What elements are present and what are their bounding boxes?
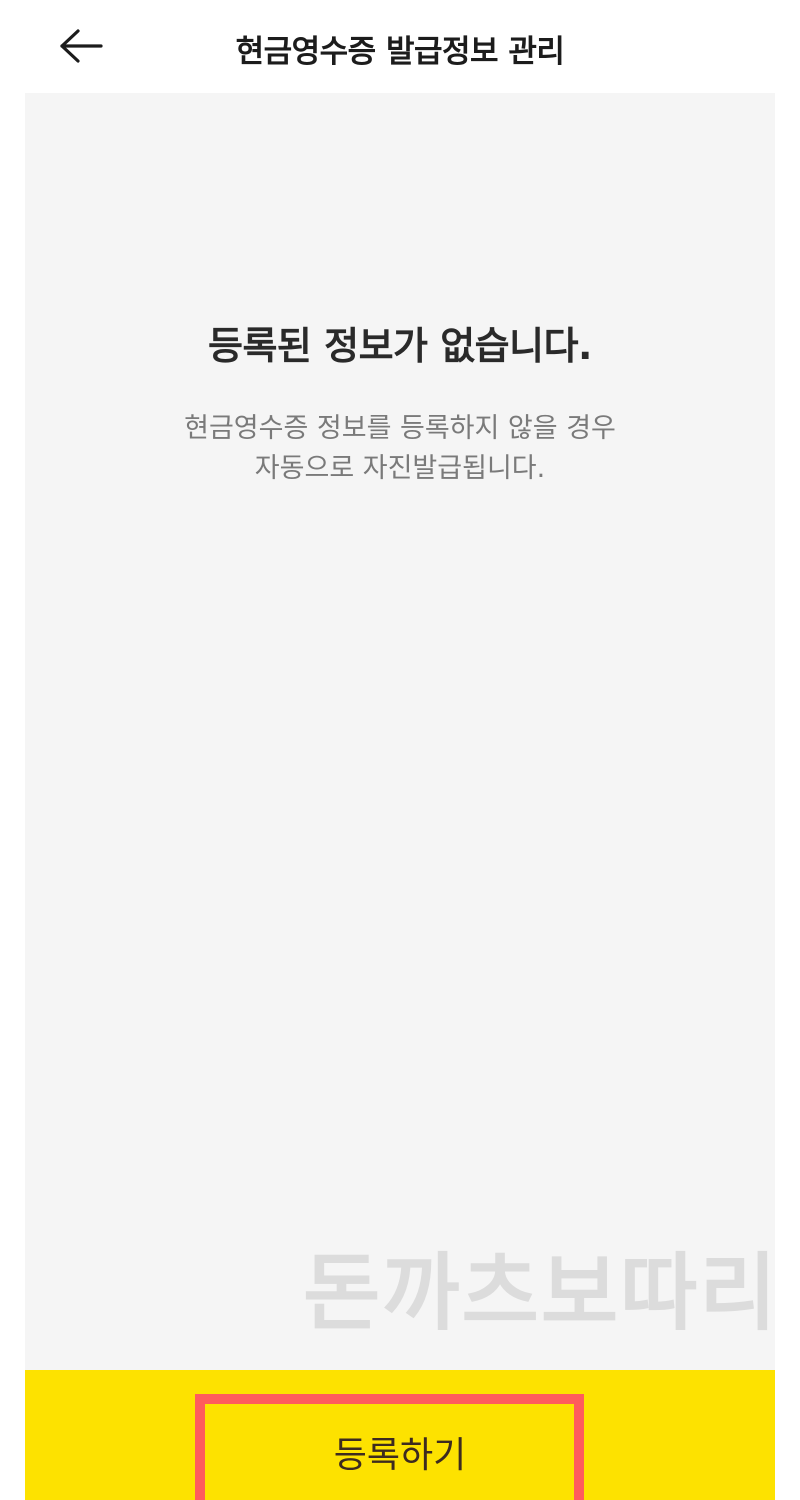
empty-state-panel: 등록된 정보가 없습니다. 현금영수증 정보를 등록하지 않을 경우 자동으로 … [25,93,777,1370]
empty-state-description: 현금영수증 정보를 등록하지 않을 경우 자동으로 자진발급됩니다. [25,409,775,489]
register-button[interactable]: 등록하기 [0,1426,800,1478]
watermark: 돈까츠보따리 [303,1244,779,1342]
empty-state-title: 등록된 정보가 없습니다. [208,324,593,368]
description-line-1: 현금영수증 정보를 등록하지 않을 경우 [184,413,616,444]
page-title: 현금영수증 발급정보 관리 [235,34,565,70]
description-line-2: 자동으로 자진발급됩니다. [254,453,546,484]
top-bar: 현금영수증 발급정보 관리 [0,0,800,93]
